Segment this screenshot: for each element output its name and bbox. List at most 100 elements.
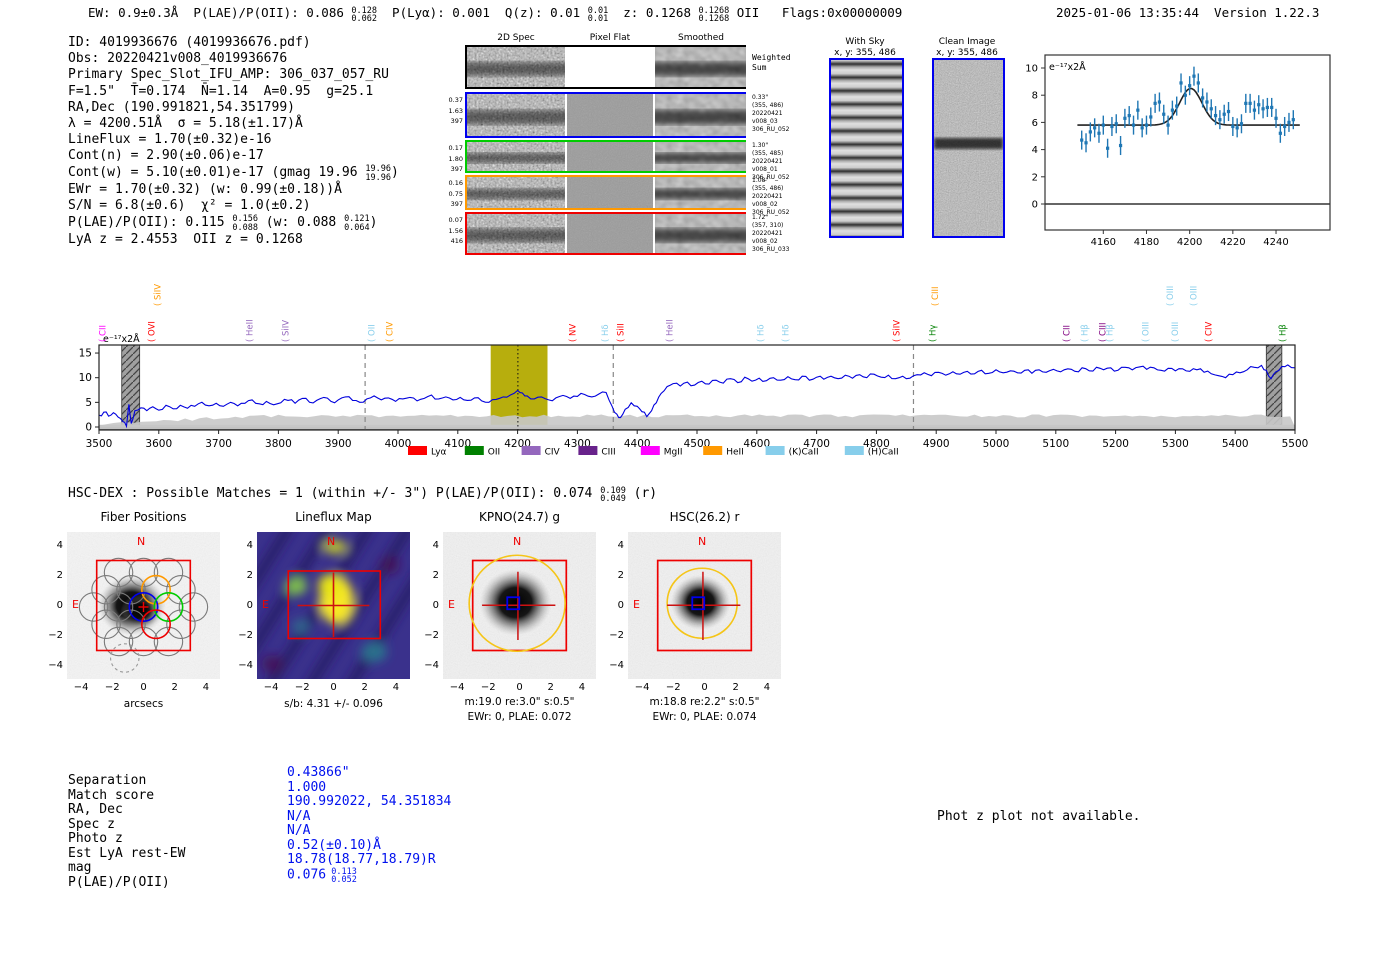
match-value-text: 190.992022, 54.351834	[287, 794, 452, 810]
y-tick-label: −2	[238, 629, 253, 641]
y-tick-label: 2	[56, 569, 63, 581]
fraction-lower: 0.049	[600, 494, 626, 504]
line-marker-label: ( OIII	[1166, 286, 1176, 306]
y-tick-label: 4	[432, 539, 439, 551]
svg-text:5: 5	[85, 397, 92, 409]
stacked-fraction: 0.109 0.049	[600, 486, 626, 504]
left-label-line: 1.80	[448, 154, 463, 163]
match-row-label: Match score	[68, 787, 155, 803]
with-sky-title-line: With Sky	[845, 37, 885, 47]
x-tick-label: −4	[73, 682, 89, 693]
x-tick-label: 2	[171, 682, 178, 693]
fraction-lower: 0.052	[326, 875, 357, 886]
svg-text:0: 0	[85, 422, 92, 434]
fraction-lower: 19.96	[365, 172, 392, 183]
right-label-line: 20220421	[752, 230, 783, 237]
svg-text:4160: 4160	[1091, 237, 1116, 248]
hsc-dex-summary: HSC-DEX : Possible Matches = 1 (within +…	[68, 486, 657, 504]
text-segment: )	[369, 214, 378, 230]
pixelflat-cell	[567, 177, 653, 208]
match-row-label: Est LyA rest-EW	[68, 845, 186, 861]
left-label-line: 416	[450, 237, 463, 245]
clean-image-title-line: Clean Image	[938, 37, 996, 47]
right-label-line: 20220421	[752, 158, 783, 165]
match-row-value: 0.43866"	[287, 765, 451, 781]
photz-note: Phot z plot not available.	[937, 809, 1141, 824]
fraction-lower: 0.088	[232, 222, 258, 233]
legend-label: (K)CaII	[789, 448, 819, 458]
line-marker-label: ( SiIV	[282, 320, 292, 342]
spec2d-cell	[467, 214, 565, 253]
legend-swatch	[640, 446, 660, 455]
left-label-line: 1.56	[448, 226, 463, 235]
match-row-value: N/A	[287, 823, 451, 839]
y-tick-label: 2	[617, 569, 624, 581]
line-marker-label: ( Hβ	[1081, 324, 1091, 342]
left-label-line: 0.17	[448, 144, 463, 152]
x-tick-label: −2	[665, 682, 681, 693]
x-tick-label: 4	[392, 682, 400, 693]
y-tick-label: −4	[609, 659, 624, 671]
y-tick-label: 0	[617, 599, 624, 611]
match-row-value: 0.076 0.113 0.052	[287, 868, 451, 885]
right-label-line: (357, 310)	[752, 222, 784, 229]
spec2d-row-left-labels: 0.37 1.63 397	[441, 95, 463, 127]
match-value-text: 18.78(18.77,18.79)R	[287, 852, 436, 868]
x-tick-label: −4	[634, 682, 650, 693]
x-tick-label: 4	[763, 682, 771, 693]
text-segment: RA,Dec (190.991821,54.351799)	[68, 99, 295, 115]
svg-text:5300: 5300	[1162, 438, 1189, 450]
y-tick-label: 0	[56, 599, 63, 611]
svg-text:6: 6	[1032, 118, 1038, 129]
text-segment: (r)	[625, 486, 658, 501]
text-segment: P(LAE)/P(OII): 0.115	[68, 214, 233, 230]
right-label-line: (355, 486)	[752, 185, 784, 192]
line-marker-label: ( NV	[569, 324, 579, 342]
legend-swatch	[521, 446, 541, 455]
pixelflat-cell	[567, 214, 653, 253]
y-tick-label: 2	[246, 569, 253, 581]
panel-xlabel1-hsc: m:18.8 re:2.2" s:0.5"	[649, 696, 760, 708]
legend-label: Lyα	[431, 448, 447, 458]
left-label-line: 0.75	[448, 189, 463, 198]
left-label-line: 1.63	[448, 106, 463, 115]
match-row-value: 190.992022, 54.351834	[287, 794, 452, 810]
line-marker-label: ( SiII	[616, 323, 626, 342]
svg-text:3900: 3900	[325, 438, 352, 450]
north-label: N	[513, 535, 522, 548]
info-line: P(LAE)/P(OII): 0.115 0.156 0.088 (w: 0.08…	[68, 215, 399, 233]
spec2d-row-right-labels: 1.30" (355, 485) 20220421 v008_01 306_RU_052	[752, 142, 812, 182]
match-row-label: Photo z	[68, 831, 123, 847]
left-label-line: 0.37	[448, 96, 463, 104]
with-sky-stripes	[831, 60, 902, 236]
match-row-value: 0.52(±0.10)Å	[287, 838, 451, 854]
spec2d-cutout-rows: Weighted Sum 0.37 1.63 397 0.33" (355, 486) 20…	[449, 0, 791, 260]
match-value-text: 0.076	[287, 867, 327, 883]
right-label-line: v008_02	[752, 201, 778, 208]
north-label: N	[137, 535, 146, 548]
full-spectrum-plot: 3500 3600 3700 3800 3900 4000 4100 4200 4300 4400…	[79, 284, 1309, 458]
text-segment: OII Flags:0x00000009	[729, 5, 903, 20]
y-tick-label: −2	[48, 629, 63, 641]
legend-label: CIV	[545, 448, 561, 458]
line-marker-label: ( HeII	[665, 319, 675, 342]
y-tick-label: 2	[432, 569, 439, 581]
svg-text:4240: 4240	[1263, 237, 1288, 248]
panel-plot-kpno	[443, 532, 596, 679]
svg-text:3600: 3600	[145, 438, 172, 450]
line-marker-label: ( CIV	[386, 322, 396, 342]
line-marker-label: ( SiIV	[893, 320, 903, 342]
right-label-line: 1.30"	[752, 142, 769, 149]
right-label-line: v008_02	[752, 238, 778, 245]
legend-swatch	[578, 446, 598, 455]
y-tick-label: 4	[617, 539, 624, 551]
svg-text:8: 8	[1032, 91, 1038, 102]
y-tick-label: 4	[56, 539, 63, 551]
match-row-label: mag	[68, 860, 92, 876]
info-line: Primary Spec_Slot_IFU_AMP: 306_037_057_R…	[68, 67, 399, 83]
x-tick-label: 2	[361, 682, 368, 693]
legend-swatch	[408, 446, 427, 455]
smoothed-cell	[655, 142, 746, 171]
spec2d-row: 0.16 0.75 397 1.08" (355, 486) 20220421 v008_0…	[449, 175, 789, 216]
text-segment: )	[391, 164, 399, 180]
